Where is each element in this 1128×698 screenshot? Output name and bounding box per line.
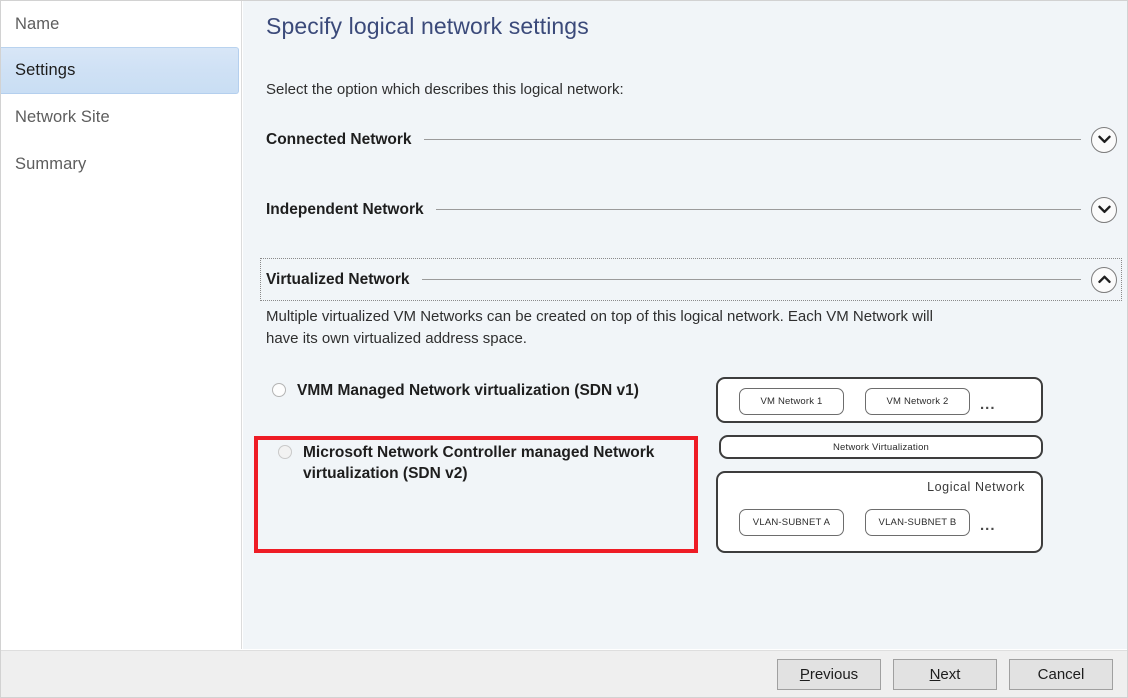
section-connected-network[interactable]: Connected Network bbox=[261, 119, 1121, 160]
radio-option-label: VMM Managed Network virtualization (SDN … bbox=[297, 382, 639, 399]
previous-button-label-rest: revious bbox=[809, 666, 859, 683]
chevron-up-icon[interactable] bbox=[1091, 266, 1117, 293]
wizard-window: Name Settings Network Site Summary Speci… bbox=[0, 0, 1128, 698]
radio-option-sdn-v1[interactable]: VMM Managed Network virtualization (SDN … bbox=[272, 380, 702, 401]
radio-button-icon[interactable] bbox=[272, 383, 286, 397]
wizard-footer: Previous Next Cancel bbox=[1, 650, 1127, 697]
diagram-vlan-subnet-a: VLAN-SUBNET A bbox=[739, 509, 844, 536]
next-button[interactable]: Next bbox=[893, 659, 997, 690]
diagram-vlan-subnet-b: VLAN-SUBNET B bbox=[865, 509, 970, 536]
section-header-label: Connected Network bbox=[266, 130, 412, 148]
diagram-vm-networks-box: VM Network 1 VM Network 2 ... bbox=[716, 377, 1043, 423]
chevron-down-icon[interactable] bbox=[1091, 196, 1117, 223]
diagram-network-virtualization-box: Network Virtualization bbox=[719, 435, 1043, 459]
network-virtualization-diagram: VM Network 1 VM Network 2 ... Network Vi… bbox=[716, 377, 1046, 557]
radio-option-label: Microsoft Network Controller managed Net… bbox=[303, 444, 655, 482]
section-independent-network[interactable]: Independent Network bbox=[261, 189, 1121, 230]
next-button-label-rest: ext bbox=[940, 666, 961, 683]
previous-button[interactable]: Previous bbox=[777, 659, 881, 690]
diagram-logical-network-label: Logical Network bbox=[927, 480, 1025, 494]
diagram-vm-network-1: VM Network 1 bbox=[739, 388, 844, 415]
sidebar-item-network-site[interactable]: Network Site bbox=[1, 94, 241, 141]
intro-text: Select the option which describes this l… bbox=[266, 81, 624, 98]
section-header-label: Virtualized Network bbox=[266, 270, 410, 288]
previous-button-accesskey: P bbox=[799, 666, 810, 683]
section-rule bbox=[423, 139, 1081, 140]
sidebar-item-label: Network Site bbox=[15, 108, 110, 126]
cancel-button[interactable]: Cancel bbox=[1009, 659, 1113, 690]
page-title: Specify logical network settings bbox=[266, 13, 589, 39]
section-rule bbox=[421, 279, 1081, 280]
section-virtualized-network[interactable]: Virtualized Network bbox=[260, 258, 1122, 301]
main-content-pane: Specify logical network settings Select … bbox=[243, 1, 1127, 649]
next-button-accesskey: N bbox=[929, 666, 941, 683]
chevron-down-icon[interactable] bbox=[1091, 126, 1117, 153]
sidebar-item-label: Settings bbox=[15, 61, 76, 79]
sidebar-item-name[interactable]: Name bbox=[1, 1, 241, 47]
sidebar-item-settings[interactable]: Settings bbox=[1, 47, 239, 94]
diagram-logical-network-box: Logical Network VLAN-SUBNET A VLAN-SUBNE… bbox=[716, 471, 1043, 553]
sidebar-item-summary[interactable]: Summary bbox=[1, 141, 241, 188]
wizard-step-sidebar: Name Settings Network Site Summary bbox=[1, 1, 242, 649]
sidebar-item-label: Summary bbox=[15, 155, 87, 173]
footer-button-bar: Previous Next Cancel bbox=[777, 659, 1113, 690]
radio-button-icon[interactable] bbox=[278, 445, 292, 459]
diagram-vm-network-2: VM Network 2 bbox=[865, 388, 970, 415]
section-rule bbox=[435, 209, 1081, 210]
cancel-button-label: Cancel bbox=[1037, 666, 1085, 683]
diagram-vm-networks-ellipsis: ... bbox=[980, 396, 996, 413]
diagram-network-virtualization-label: Network Virtualization bbox=[832, 441, 930, 453]
diagram-vlan-subnets-ellipsis: ... bbox=[980, 517, 996, 534]
section-header-label: Independent Network bbox=[266, 200, 424, 218]
virtualized-network-description: Multiple virtualized VM Networks can be … bbox=[266, 308, 933, 347]
sidebar-item-label: Name bbox=[15, 14, 60, 33]
radio-option-sdn-v2[interactable]: Microsoft Network Controller managed Net… bbox=[278, 442, 678, 484]
